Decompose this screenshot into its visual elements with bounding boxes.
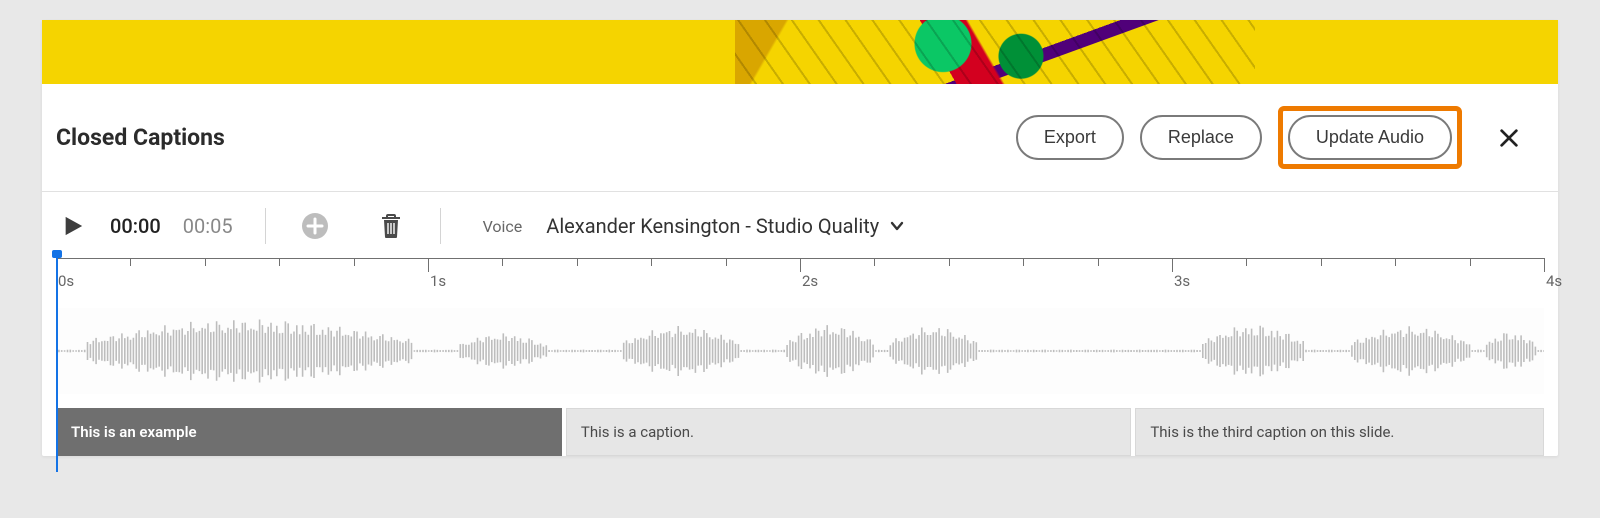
toolbar-divider-2 <box>440 208 441 244</box>
voice-dropdown[interactable]: Alexander Kensington - Studio Quality <box>546 214 905 238</box>
panel-title: Closed Captions <box>56 124 1000 151</box>
ruler-tick-label: 0s <box>58 272 74 290</box>
add-caption-icon[interactable] <box>298 209 332 243</box>
update-audio-button[interactable]: Update Audio <box>1288 115 1452 160</box>
voice-label: Voice <box>483 217 523 236</box>
delete-icon[interactable] <box>374 209 408 243</box>
update-audio-highlight: Update Audio <box>1278 106 1462 169</box>
slide-preview <box>42 20 1558 84</box>
caption-segment[interactable]: This is the third caption on this slide. <box>1135 408 1544 456</box>
voice-value-text: Alexander Kensington - Studio Quality <box>546 214 879 238</box>
replace-button[interactable]: Replace <box>1140 115 1262 160</box>
timeline-ruler[interactable]: 0s1s2s3s4s <box>42 258 1558 298</box>
chevron-down-icon <box>889 218 905 234</box>
ruler-tick-label: 1s <box>430 272 446 290</box>
ruler-tick-label: 4s <box>1546 272 1562 290</box>
play-icon[interactable] <box>56 209 90 243</box>
export-button[interactable]: Export <box>1016 115 1124 160</box>
waveform[interactable] <box>56 308 1544 394</box>
caption-segment[interactable]: This is an example <box>56 408 562 456</box>
caption-segment[interactable]: This is a caption. <box>566 408 1131 456</box>
ruler-tick-label: 2s <box>802 272 818 290</box>
toolbar-divider <box>265 208 266 244</box>
time-total: 00:05 <box>183 214 233 238</box>
playhead[interactable] <box>56 252 58 472</box>
time-current: 00:00 <box>110 214 161 238</box>
close-icon[interactable] <box>1492 121 1526 155</box>
ruler-tick-label: 3s <box>1174 272 1190 290</box>
